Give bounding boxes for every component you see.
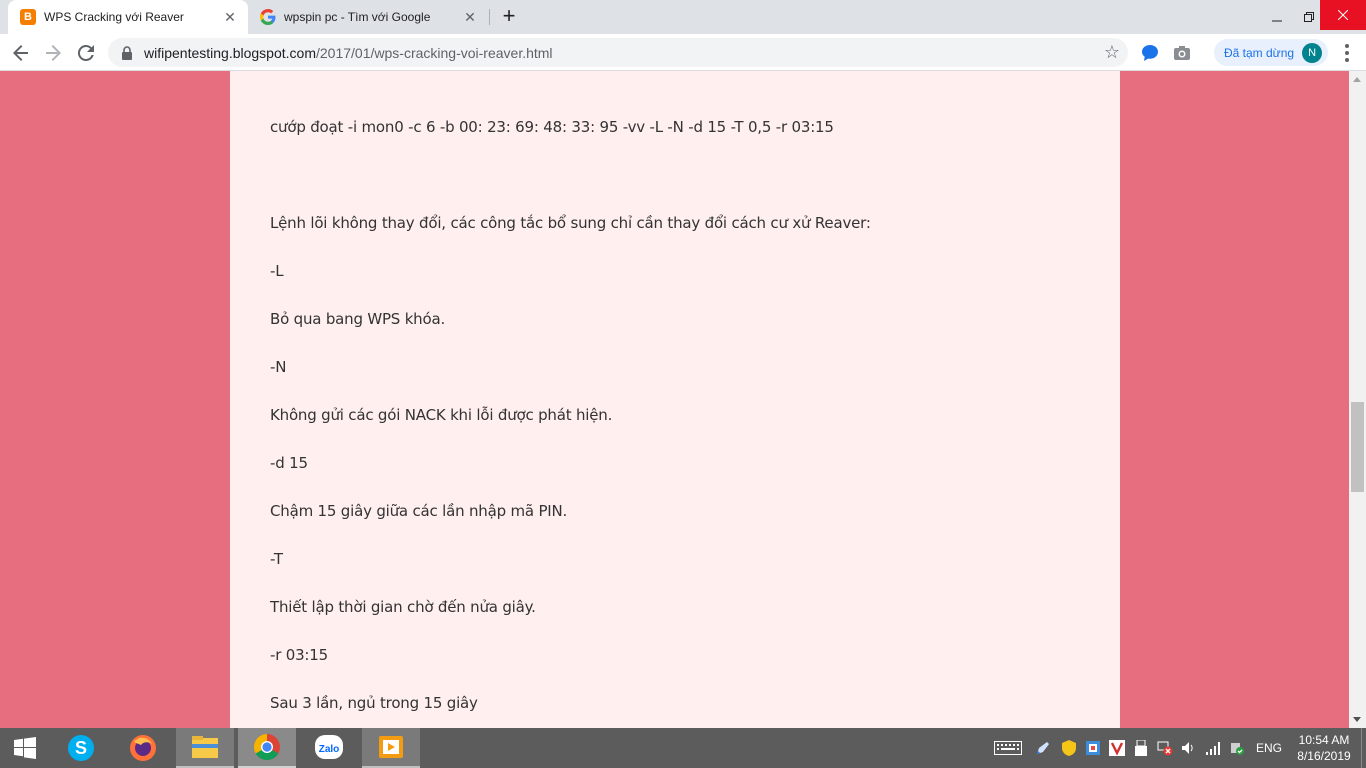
windows-logo-icon	[14, 737, 36, 759]
firefox-taskbar-button[interactable]	[114, 728, 172, 768]
switch-d: -d 15	[270, 454, 308, 472]
zalo-icon: Zalo	[315, 735, 343, 759]
switch-L-description: Bỏ qua bang WPS khóa.	[270, 310, 446, 328]
media-player-icon	[379, 736, 403, 758]
tab-separator	[489, 9, 490, 25]
close-window-button[interactable]	[1320, 0, 1366, 30]
tool-window-icon[interactable]	[1085, 740, 1101, 756]
switch-r: -r 03:15	[270, 646, 328, 664]
network-error-icon[interactable]	[1157, 740, 1173, 756]
safely-remove-icon[interactable]	[1229, 740, 1245, 756]
volume-icon[interactable]	[1181, 740, 1197, 756]
profile-paused-button[interactable]: Đã tạm dừng N	[1214, 39, 1329, 66]
chrome-taskbar-button[interactable]	[238, 728, 296, 768]
scrollbar-thumb[interactable]	[1351, 402, 1364, 492]
tab-wps-cracking[interactable]: B WPS Cracking với Reaver ✕	[8, 0, 248, 34]
blogger-icon: B	[20, 9, 36, 25]
switch-d-description: Chậm 15 giây giữa các lần nhập mã PIN.	[270, 502, 568, 520]
keyboard-icon[interactable]	[993, 740, 1023, 756]
paused-label: Đã tạm dừng	[1224, 45, 1295, 60]
skype-icon: S	[68, 735, 94, 761]
close-icon	[1338, 10, 1348, 20]
switch-L: -L	[270, 262, 284, 280]
zalo-label: Zalo	[319, 744, 340, 755]
switch-r-description: Sau 3 lần, ngủ trong 15 giây	[270, 694, 478, 712]
start-button[interactable]	[0, 728, 50, 768]
antivirus-icon[interactable]	[1109, 740, 1125, 756]
firefox-icon	[130, 735, 156, 761]
back-arrow-icon	[13, 45, 28, 61]
file-explorer-taskbar-button[interactable]	[176, 728, 234, 768]
chrome-icon	[253, 733, 280, 761]
zalo-taskbar-button[interactable]: Zalo	[300, 728, 358, 768]
clock-date: 8/16/2019	[1297, 749, 1351, 763]
command-line: cướp đoạt -i mon0 -c 6 -b 00: 23: 69: 48…	[270, 118, 834, 136]
system-clock[interactable]: 10:54 AM 8/16/2019	[1292, 732, 1356, 764]
browser-toolbar: wifipentesting.blogspot.com/2017/01/wps-…	[0, 34, 1366, 71]
forward-arrow-icon	[46, 45, 61, 61]
skype-taskbar-button[interactable]: S	[52, 728, 110, 768]
switch-N: -N	[270, 358, 287, 376]
scroll-down-icon[interactable]	[1353, 717, 1361, 722]
file-explorer-icon	[192, 736, 218, 758]
blog-post-body: cướp đoạt -i mon0 -c 6 -b 00: 23: 69: 48…	[230, 71, 1120, 728]
usb-device-icon[interactable]	[1133, 740, 1149, 756]
google-icon	[260, 9, 276, 25]
security-shield-icon[interactable]	[1061, 740, 1077, 756]
restore-icon	[1304, 12, 1314, 22]
close-tab-icon[interactable]: ✕	[220, 7, 240, 27]
url-host: wifipentesting.blogspot.com	[144, 44, 316, 61]
media-player-taskbar-button[interactable]	[362, 728, 420, 768]
svg-text:S: S	[75, 738, 87, 758]
lock-icon	[122, 45, 132, 60]
switch-N-description: Không gửi các gói NACK khi lỗi được phát…	[270, 406, 613, 424]
reload-icon	[78, 45, 94, 61]
pen-tool-icon[interactable]	[1035, 740, 1051, 756]
minimize-icon	[1272, 20, 1282, 22]
url-path: /2017/01/wps-cracking-voi-reaver.html	[316, 44, 553, 61]
camera-extension-icon[interactable]	[1171, 42, 1193, 64]
clock-time: 10:54 AM	[1298, 733, 1350, 747]
scroll-up-icon[interactable]	[1353, 77, 1361, 82]
new-tab-button[interactable]: +	[498, 5, 520, 28]
input-language-indicator[interactable]: ENG	[1256, 741, 1282, 755]
reload-button[interactable]	[73, 40, 99, 66]
show-desktop-button[interactable]	[1361, 728, 1366, 768]
tab-strip: B WPS Cracking với Reaver ✕ wpspin pc - …	[0, 0, 1366, 34]
switch-T: -T	[270, 550, 283, 568]
back-button[interactable]	[8, 40, 34, 66]
address-bar[interactable]: wifipentesting.blogspot.com/2017/01/wps-…	[108, 38, 1128, 67]
avatar: N	[1302, 42, 1323, 63]
page-viewport: cướp đoạt -i mon0 -c 6 -b 00: 23: 69: 48…	[0, 71, 1349, 728]
vertical-scrollbar[interactable]	[1349, 71, 1366, 728]
bookmark-star-icon[interactable]: ☆	[1104, 42, 1120, 63]
close-tab-icon[interactable]: ✕	[460, 7, 480, 27]
browser-menu-button[interactable]	[1338, 42, 1356, 64]
tab-title: wpspin pc - Tìm với Google	[284, 10, 431, 24]
tab-title: WPS Cracking với Reaver	[44, 10, 184, 24]
chat-extension-icon[interactable]	[1139, 42, 1161, 64]
switch-T-description: Thiết lập thời gian chờ đến nửa giây.	[270, 598, 536, 616]
paragraph-intro: Lệnh lõi không thay đổi, các công tắc bổ…	[270, 214, 871, 232]
wifi-signal-icon[interactable]	[1205, 740, 1221, 756]
forward-button[interactable]	[40, 40, 66, 66]
tab-google-search[interactable]: wpspin pc - Tìm với Google ✕	[248, 0, 488, 34]
windows-taskbar: S Zalo ENG 10:54 AM 8/16/2019	[0, 728, 1366, 768]
